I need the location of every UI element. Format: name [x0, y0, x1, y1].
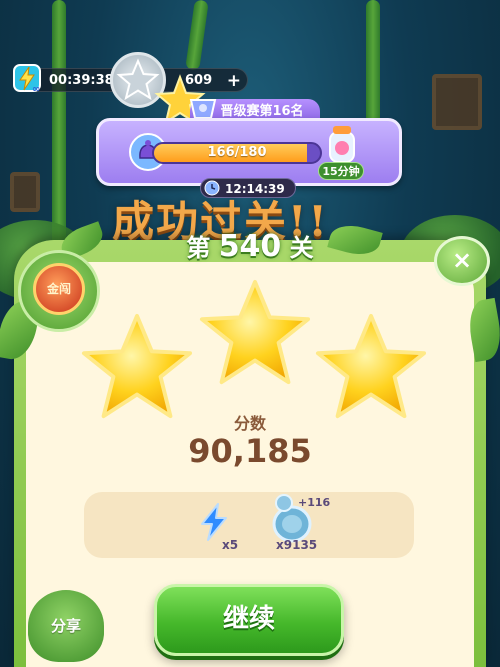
milk-bottle-icon	[329, 126, 355, 163]
coin-bonus: +116	[298, 496, 331, 509]
background-window	[432, 74, 482, 130]
lightning-icon	[201, 503, 227, 541]
background-vine	[52, 0, 66, 250]
reward-panel	[84, 492, 414, 558]
level-number: 540	[218, 229, 282, 264]
league-progress-text: 166/180	[207, 145, 267, 160]
league-rank-text: 晋级赛第16名	[220, 104, 304, 119]
background-vine	[185, 0, 209, 71]
score-value: 90,185	[188, 432, 312, 470]
close-button[interactable]: ×	[434, 236, 490, 286]
coin-reward-count: x9135	[276, 538, 318, 552]
result-star-2	[199, 279, 311, 385]
background-window	[10, 172, 40, 212]
energy-bolt-icon: ∞	[13, 64, 41, 94]
challenge-emblem: 金闯	[33, 263, 85, 315]
continue-button[interactable]: 继续	[154, 584, 344, 656]
level-title: 第 540 关	[150, 228, 350, 264]
lightning-reward-count: x5	[222, 538, 239, 552]
energy-timer-text: 00:39:38	[49, 73, 114, 88]
result-star-1	[81, 313, 193, 419]
add-currency-button[interactable]: +	[227, 69, 241, 93]
level-prefix: 第	[186, 234, 211, 262]
bottle-timer-badge: 15分钟	[318, 162, 364, 180]
svg-text:∞: ∞	[32, 84, 40, 94]
score-label: 分数	[233, 414, 266, 433]
result-star-3	[315, 313, 427, 419]
level-suffix: 关	[289, 234, 314, 262]
background-vine	[366, 0, 380, 130]
share-button[interactable]: 分享	[28, 590, 104, 662]
